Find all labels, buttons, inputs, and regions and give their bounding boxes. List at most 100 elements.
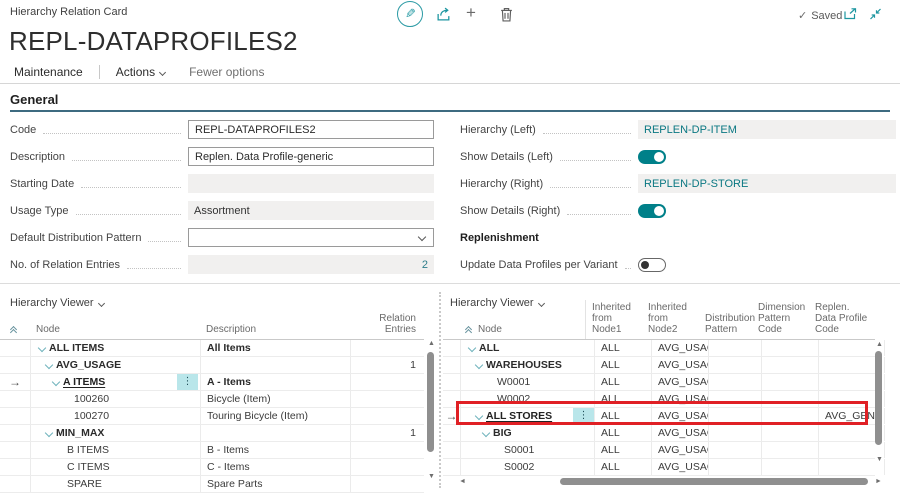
field-starting-date: Starting Date [10,170,434,197]
table-row-selected[interactable]: → A ITEMS ⋮ A - Items [0,374,424,391]
minimize-window-icon[interactable] [869,8,882,20]
chevron-down-icon[interactable] [482,429,490,437]
more-options-icon[interactable]: ⋮ [573,408,594,424]
column-header-replen-data-profile-code[interactable]: Replen. Data Profile Code [809,300,875,339]
field-code: Code [10,116,434,143]
column-header-description[interactable]: Description [200,318,350,339]
chevron-down-icon[interactable] [38,344,46,352]
table-row[interactable]: BIG ALL AVG_USAGE [443,425,875,442]
general-right-column: Hierarchy (Left) REPLEN-DP-ITEM Show Det… [460,116,896,278]
column-header-node[interactable]: Node [30,318,200,339]
field-show-details-left: Show Details (Left) [460,143,896,170]
action-bar: Maintenance Actions Fewer options [0,61,900,84]
chevron-down-icon[interactable] [45,361,53,369]
chevron-down-icon[interactable] [468,344,476,352]
hierarchy-viewer-right: Hierarchy Viewer Node Inherited from Nod… [443,290,900,488]
left-viewer-rows: ALL ITEMS All Items AVG_USAGE 1 → A ITEM… [0,340,424,493]
hierarchy-right-link[interactable]: REPLEN-DP-STORE [638,174,896,193]
section-underline [10,110,890,112]
collapse-all-icon[interactable] [466,327,471,335]
field-hierarchy-left: Hierarchy (Left) REPLEN-DP-ITEM [460,116,896,143]
vertical-scrollbar-thumb[interactable] [875,351,882,445]
left-viewer-header: Node Description Relation Entries [0,318,424,340]
show-details-left-toggle[interactable] [638,150,666,164]
table-row[interactable]: ALL ITEMS All Items [0,340,424,357]
field-description: Description [10,143,434,170]
delete-trash-icon[interactable] [500,7,513,22]
scroll-right-arrow[interactable]: ► [875,478,882,486]
scroll-up-arrow[interactable]: ▲ [876,341,883,349]
chevron-down-icon [418,233,426,241]
horizontal-scrollbar-thumb[interactable] [560,478,868,485]
menu-item-maintenance[interactable]: Maintenance [0,65,95,79]
column-header-inherited-node2[interactable]: Inherited from Node2 [642,300,699,339]
saved-label: Saved [811,10,842,22]
menu-item-fewer-options[interactable]: Fewer options [177,65,276,79]
column-header-dimension-pattern-code[interactable]: Dimension Pattern Code [752,300,809,339]
table-row[interactable]: WAREHOUSES ALL AVG_USAGE [443,357,875,374]
popout-icon[interactable] [843,8,857,20]
table-row[interactable]: 100260 Bicycle (Item) [0,391,424,408]
vertical-scrollbar-thumb[interactable] [427,352,434,452]
add-icon[interactable]: + [466,3,476,23]
field-hierarchy-right: Hierarchy (Right) REPLEN-DP-STORE [460,170,896,197]
field-no-of-relation-entries: No. of Relation Entries 2 [10,251,434,278]
action-bar-divider [99,65,100,79]
section-header-general[interactable]: General [10,92,58,107]
usage-type-value: Assortment [188,201,434,220]
hierarchy-left-link[interactable]: REPLEN-DP-ITEM [638,120,896,139]
table-row[interactable]: B ITEMS B - Items [0,442,424,459]
chevron-down-icon [159,68,166,75]
table-row[interactable]: W0001 ALL AVG_USAGE [443,374,875,391]
field-show-details-right: Show Details (Right) [460,197,896,224]
chevron-down-icon [98,299,105,306]
chevron-down-icon[interactable] [52,378,60,386]
chevron-down-icon[interactable] [45,429,53,437]
page-caption: Hierarchy Relation Card [10,6,127,18]
general-left-column: Code Description Starting Date Usage Typ… [10,116,434,278]
share-icon[interactable] [436,7,452,21]
column-header-node[interactable]: Node [460,300,573,339]
page-title: REPL-DATAPROFILES2 [9,26,298,57]
chevron-down-icon[interactable] [475,361,483,369]
show-details-right-toggle[interactable] [638,204,666,218]
table-row[interactable]: SPARE Spare Parts [0,476,424,493]
field-update-data-profiles: Update Data Profiles per Variant [460,251,896,278]
table-row[interactable]: 100270 Touring Bicycle (Item) [0,408,424,425]
selected-row-arrow-icon: → [9,375,21,389]
table-row[interactable]: ALL ALL AVG_USAGE [443,340,875,357]
section-divider [0,283,900,284]
chevron-down-icon[interactable] [475,412,483,420]
table-row[interactable]: S0002 ALL AVG_USAGE [443,459,875,476]
menu-item-actions[interactable]: Actions [104,65,177,79]
table-row-selected[interactable]: → ALL STORES ⋮ ALL AVG_USAGE AVG_GEN [443,408,875,425]
scroll-up-arrow[interactable]: ▲ [428,340,435,348]
code-input[interactable] [188,120,434,139]
scroll-left-arrow[interactable]: ◄ [459,478,466,486]
panel-splitter[interactable] [439,292,441,488]
hierarchy-viewer-left: Hierarchy Viewer Node Description Relati… [0,290,437,488]
selected-row-arrow-icon: → [446,409,458,423]
more-options-icon[interactable]: ⋮ [177,374,198,390]
description-input[interactable] [188,147,434,166]
field-default-distribution-pattern: Default Distribution Pattern [10,224,434,251]
scroll-down-arrow[interactable]: ▼ [428,473,435,481]
scroll-down-arrow[interactable]: ▼ [876,456,883,464]
right-viewer-rows: ALL ALL AVG_USAGE WAREHOUSES ALL AVG_USA… [443,340,875,476]
column-header-relation-entries[interactable]: Relation Entries [350,318,424,339]
table-row[interactable]: S0001 ALL AVG_USAGE [443,442,875,459]
edit-pencil-icon[interactable]: ✎ [397,1,423,27]
relation-entries-drilldown[interactable]: 2 [188,255,434,274]
column-header-distribution-pattern[interactable]: Distribution Pattern [699,300,752,339]
table-row[interactable]: W0002 ALL AVG_USAGE [443,391,875,408]
column-header-inherited-node1[interactable]: Inherited from Node1 [585,300,642,339]
starting-date-value [188,174,434,193]
left-viewer-caption[interactable]: Hierarchy Viewer [10,297,104,309]
table-row[interactable]: AVG_USAGE 1 [0,357,424,374]
table-row[interactable]: MIN_MAX 1 [0,425,424,442]
default-distribution-pattern-select[interactable] [188,228,434,247]
collapse-all-icon[interactable] [11,327,16,335]
table-row[interactable]: C ITEMS C - Items [0,459,424,476]
update-data-profiles-toggle[interactable] [638,258,666,272]
field-usage-type: Usage Type Assortment [10,197,434,224]
